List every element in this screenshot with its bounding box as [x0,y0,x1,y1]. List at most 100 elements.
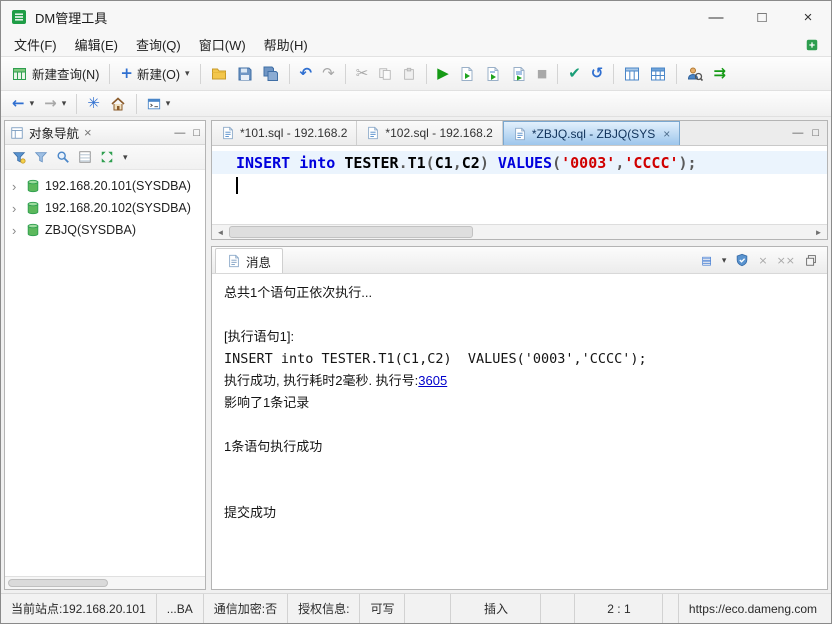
messages-tab[interactable]: 消息 [215,248,284,273]
twisty-icon[interactable]: › [12,180,21,193]
close-button[interactable]: × [785,1,831,33]
code-token: ) [479,153,498,172]
filter-clear-button[interactable] [34,150,48,164]
stop-button[interactable]: ■ [532,65,552,82]
navigator-hscrollbar[interactable] [5,576,205,589]
statusbar: 当前站点:192.168.20.101 ...BA 通信加密:否 授权信息: 可… [1,593,831,623]
tree-item-101[interactable]: › 192.168.20.101(SYSDBA) [5,175,205,197]
menu-edit[interactable]: 编辑(E) [66,33,127,56]
editor-tab-102[interactable]: *102.sql - 192.168.2 [357,121,503,145]
run-script-button[interactable] [454,63,480,85]
tabbar-maximize-button[interactable]: □ [812,127,819,139]
search-button[interactable] [56,150,70,164]
schedule-view-button[interactable] [645,63,671,85]
scroll-right-arrow[interactable]: ► [810,228,827,237]
paste-button[interactable] [397,64,421,84]
message-line: [执行语句1]: [224,329,295,344]
code-token: TESTER [344,153,399,172]
new-button[interactable]: + 新建(O) ▾ [115,61,194,86]
menu-query[interactable]: 查询(Q) [127,33,190,56]
message-line: 总共1个语句正依次执行... [224,285,373,300]
message-line: 1条语句执行成功 [224,439,323,454]
tree-item-102[interactable]: › 192.168.20.102(SYSDBA) [5,197,205,219]
undo-button[interactable]: ↶ [295,63,318,84]
filter-button[interactable] [12,150,26,164]
scroll-left-arrow[interactable]: ◄ [212,228,229,237]
status-site: 当前站点:192.168.20.101 [1,594,157,623]
close-all-button[interactable]: ×× [777,255,795,266]
scrollbar-thumb[interactable] [229,226,474,238]
copy-button[interactable] [373,64,397,84]
status-url[interactable]: https://eco.dameng.com [677,594,831,623]
menubar: 文件(F) 编辑(E) 查询(Q) 窗口(W) 帮助(H) [1,33,831,57]
new-query-button[interactable]: 新建查询(N) [7,61,104,86]
navigator-maximize-button[interactable]: □ [193,127,200,139]
editor-tab-101[interactable]: *101.sql - 192.168.2 [212,121,358,145]
scroll-track[interactable] [229,225,810,239]
restore-button[interactable] [804,253,818,267]
toolbar-nav: ← ▾ → ▾ ✳ ▾ [1,91,831,117]
run-to-cursor-button[interactable] [506,63,532,85]
window-title: DM管理工具 [35,10,108,26]
home-button[interactable] [105,93,131,115]
dropdown-icon[interactable]: ▾ [722,255,727,266]
minimize-button[interactable]: — [693,1,739,33]
scrollbar-thumb[interactable] [8,579,108,587]
editor-tabbar: *101.sql - 192.168.2 *102.sql - 192.168.… [212,121,827,146]
exec-number-link[interactable]: 3605 [418,373,447,388]
expand-button[interactable] [100,150,114,164]
code-token: into [299,153,336,172]
clear-console-button[interactable]: × [758,255,767,266]
tabbar-minimize-button[interactable]: — [792,127,803,139]
tab-close-icon[interactable]: × [663,127,670,141]
console-button[interactable]: ▾ [142,94,176,114]
run-selection-button[interactable] [480,63,506,85]
back-icon: ← [12,94,25,112]
view-menu-dropdown[interactable]: ▾ [123,152,128,163]
navigator-minimize-button[interactable]: — [174,127,185,139]
run-button[interactable]: ▶ [432,63,454,84]
back-button[interactable]: ← ▾ [7,93,39,114]
transfer-button[interactable]: ⇉ [708,63,731,84]
twisty-icon[interactable]: › [12,202,21,215]
code-token: T1 [407,153,426,172]
navigator-close-button[interactable]: × [84,125,92,140]
view-menu-button[interactable]: ▤ [701,255,711,266]
message-result-line: 执行成功, 执行耗时2毫秒. 执行号:3605 [224,370,815,392]
menu-help[interactable]: 帮助(H) [255,33,317,56]
table-view-button[interactable] [619,63,645,85]
database-icon [26,223,40,237]
redo-button[interactable]: ↷ [317,63,340,84]
code-token: ); [678,153,697,172]
maximize-button[interactable]: □ [739,1,785,33]
home-icon [110,96,126,112]
menu-file[interactable]: 文件(F) [5,33,66,56]
stop-icon: ■ [536,67,548,80]
menubar-logo-icon [805,38,819,52]
asterisk-button[interactable]: ✳ [82,93,105,114]
rollback-button[interactable]: ↺ [586,63,609,84]
tree-item-zbjq[interactable]: › ZBJQ(SYSDBA) [5,219,205,241]
twisty-icon[interactable]: › [12,224,21,237]
cut-button[interactable]: ✂ [351,63,374,84]
shield-button[interactable] [735,253,749,267]
list-view-button[interactable] [78,150,92,164]
status-caret-position: 2 : 1 [575,594,664,623]
user-search-button[interactable] [682,63,708,85]
save-all-button[interactable] [258,63,284,85]
menu-window[interactable]: 窗口(W) [190,33,255,56]
editor-tab-zbjq[interactable]: *ZBJQ.sql - ZBJQ(SYS × [502,121,681,145]
save-button[interactable] [232,63,258,85]
sql-file-icon [366,126,380,140]
editor-hscrollbar[interactable]: ◄ ► [212,224,827,239]
forward-button[interactable]: → ▾ [39,93,71,114]
code-token: INSERT [236,153,291,172]
open-folder-button[interactable] [206,63,232,85]
tab-label: *ZBJQ.sql - ZBJQ(SYS [531,126,656,141]
sql-editor[interactable]: INSERT into TESTER. T1(C1, C2) VALUES('000… [212,146,827,224]
editor-area: *101.sql - 192.168.2 *102.sql - 192.168.… [211,120,828,240]
commit-button[interactable]: ✔ [563,63,586,84]
navigator-header: 对象导航 × — □ [5,121,205,145]
folder-icon [211,66,227,82]
rollback-icon: ↺ [590,64,604,82]
